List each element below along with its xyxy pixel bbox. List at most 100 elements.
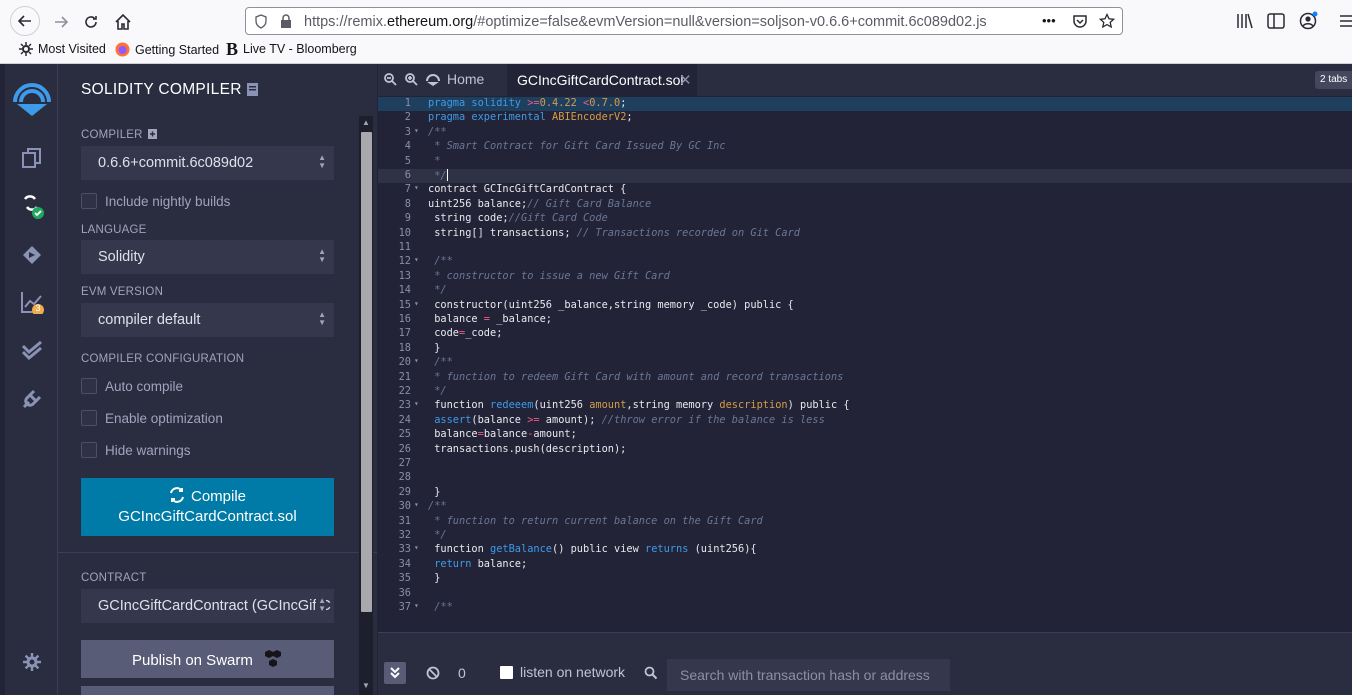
divider [58, 552, 377, 553]
fold-arrow-icon[interactable]: ▾ [414, 356, 419, 365]
fold-arrow-icon[interactable]: ▾ [414, 299, 419, 308]
code-line[interactable]: 24 assert(balance >= amount); //throw er… [378, 414, 1352, 428]
code-line[interactable]: 36 [378, 587, 1352, 601]
bookmark-getting-started[interactable]: Getting Started [115, 42, 219, 57]
tabs-count-badge[interactable]: 2 tabs [1315, 71, 1352, 89]
back-button[interactable] [10, 6, 40, 36]
scroll-down-icon[interactable]: ▼ [362, 681, 370, 690]
optimization-checkbox[interactable]: Enable optimization [81, 410, 223, 426]
code-text: uint256 balance;// Gift Card Balance [428, 197, 652, 210]
code-line[interactable]: 33 ▾ function getBalance() public view re… [378, 543, 1352, 557]
page-actions-icon[interactable]: ••• [1042, 13, 1056, 28]
address-bar[interactable]: https://remix.ethereum.org/#optimize=fal… [245, 7, 1123, 35]
evm-version-select[interactable]: compiler default ▲ ▼ [81, 303, 334, 337]
bookmark-bloomberg[interactable]: B Live TV - Bloomberg [226, 40, 357, 58]
code-line[interactable]: 25 balance=balance-amount; [378, 428, 1352, 442]
forward-button[interactable] [47, 8, 75, 36]
code-line[interactable]: 4 * Smart Contract for Gift Card Issued … [378, 140, 1352, 154]
code-line[interactable]: 3 ▾ /** [378, 126, 1352, 140]
solidity-compiler-icon[interactable] [19, 194, 45, 220]
code-line[interactable]: 18 } [378, 342, 1352, 356]
code-line[interactable]: 34 return balance; [378, 558, 1352, 572]
code-line[interactable]: 32 */ [378, 529, 1352, 543]
code-line[interactable]: 22 */ [378, 385, 1352, 399]
listen-network-checkbox[interactable] [500, 666, 513, 679]
code-line[interactable]: 11 [378, 241, 1352, 255]
code-editor[interactable]: 1 pragma solidity >=0.4.22 <0.7.0; 2 pragma… [378, 96, 1352, 632]
clear-console-icon[interactable] [426, 666, 440, 680]
testing-icon[interactable] [19, 338, 45, 364]
code-line[interactable]: 10 string[] transactions; // Transaction… [378, 227, 1352, 241]
library-icon[interactable] [1236, 13, 1254, 29]
code-line[interactable]: 21 * function to redeem Gift Card with a… [378, 371, 1352, 385]
fold-arrow-icon[interactable]: ▾ [414, 126, 419, 135]
star-icon[interactable] [1099, 13, 1115, 29]
scroll-thumb[interactable] [361, 132, 372, 612]
sidebar-icon[interactable] [1267, 13, 1285, 29]
panel-scrollbar[interactable]: ▲ ▼ [359, 116, 373, 695]
code-line[interactable]: 23 ▾ function redeeem(uint256 amount,stri… [378, 399, 1352, 413]
code-line[interactable]: 17 code=_code; [378, 327, 1352, 341]
tx-search-input[interactable]: Search with transaction hash or address [667, 659, 950, 691]
code-line[interactable]: 26 transactions.push(description); [378, 443, 1352, 457]
add-compiler-icon[interactable] [148, 129, 157, 139]
code-line[interactable]: 8 uint256 balance;// Gift Card Balance [378, 198, 1352, 212]
language-select[interactable]: Solidity ▲ ▼ [81, 240, 334, 274]
code-line[interactable]: 6 */ [378, 169, 1352, 184]
code-line[interactable]: 12 ▾ /** [378, 255, 1352, 269]
plugin-manager-icon[interactable] [19, 386, 45, 412]
code-line[interactable]: 7 ▾ contract GCIncGiftCardContract { [378, 183, 1352, 197]
code-line[interactable]: 28 [378, 471, 1352, 485]
close-tab-icon[interactable]: ✕ [679, 71, 692, 89]
code-line[interactable]: 5 * [378, 155, 1352, 169]
compile-button[interactable]: Compile GCIncGiftCardContract.sol [81, 478, 334, 536]
deploy-run-icon[interactable] [19, 242, 45, 268]
publish-swarm-button[interactable]: Publish on Swarm [81, 640, 334, 678]
fold-arrow-icon[interactable]: ▾ [414, 399, 419, 408]
remix-logo-icon[interactable] [11, 76, 53, 118]
pocket-icon[interactable] [1072, 13, 1088, 29]
code-line[interactable]: 15 ▾ constructor(uint256 _balance,string … [378, 299, 1352, 313]
code-line[interactable]: 1 pragma solidity >=0.4.22 <0.7.0; [378, 97, 1352, 112]
toggle-terminal-button[interactable] [384, 662, 406, 684]
fold-arrow-icon[interactable]: ▾ [414, 500, 419, 509]
menu-icon[interactable] [1340, 14, 1352, 28]
fold-arrow-icon[interactable]: ▾ [414, 543, 419, 552]
compiler-version-select[interactable]: 0.6.6+commit.6c089d02 ▲ ▼ [81, 146, 334, 180]
code-line[interactable]: 31 * function to return current balance … [378, 515, 1352, 529]
zoom-in-icon[interactable] [405, 73, 418, 86]
code-line[interactable]: 30 ▾ /** [378, 500, 1352, 514]
line-number: 26 [398, 442, 411, 455]
nightly-builds-checkbox[interactable]: Include nightly builds [81, 193, 230, 209]
auto-compile-checkbox[interactable]: Auto compile [81, 378, 183, 394]
zoom-out-icon[interactable] [384, 73, 397, 86]
account-icon[interactable] [1299, 11, 1319, 31]
documentation-icon[interactable] [247, 83, 258, 96]
file-explorer-icon[interactable] [19, 145, 45, 171]
hide-warnings-checkbox[interactable]: Hide warnings [81, 442, 191, 458]
bookmark-most-visited[interactable]: Most Visited [19, 42, 106, 56]
contract-select[interactable]: GCIncGiftCardContract (GCIncGiftC ▲ ▼ [81, 589, 334, 623]
tab-home[interactable]: Home [425, 71, 484, 87]
code-line[interactable]: 35 } [378, 572, 1352, 586]
tab-file-active[interactable]: GCIncGiftCardContract.sol ✕ [507, 64, 697, 96]
code-line[interactable]: 37 ▾ /** [378, 601, 1352, 615]
line-number: 20 [398, 356, 411, 369]
code-line[interactable]: 9 string code;//Gift Card Code [378, 212, 1352, 226]
code-line[interactable]: 27 [378, 457, 1352, 471]
fold-arrow-icon[interactable]: ▾ [414, 183, 419, 192]
settings-gear-icon[interactable] [19, 649, 45, 675]
code-line[interactable]: 16 balance = _balance; [378, 313, 1352, 327]
code-line[interactable]: 29 } [378, 486, 1352, 500]
fold-arrow-icon[interactable]: ▾ [414, 255, 419, 264]
reload-button[interactable] [77, 8, 105, 36]
code-line[interactable]: 13 * constructor to issue a new Gift Car… [378, 270, 1352, 284]
fold-arrow-icon[interactable]: ▾ [414, 601, 419, 610]
scroll-up-icon[interactable]: ▲ [362, 118, 370, 127]
code-line[interactable]: 20 ▾ /** [378, 356, 1352, 370]
code-line[interactable]: 14 */ [378, 284, 1352, 298]
analysis-icon[interactable]: 3 [19, 289, 45, 315]
code-line[interactable]: 2 pragma experimental ABIEncoderV2; [378, 111, 1352, 125]
home-button[interactable] [109, 8, 137, 36]
next-button-partial[interactable] [81, 686, 334, 695]
